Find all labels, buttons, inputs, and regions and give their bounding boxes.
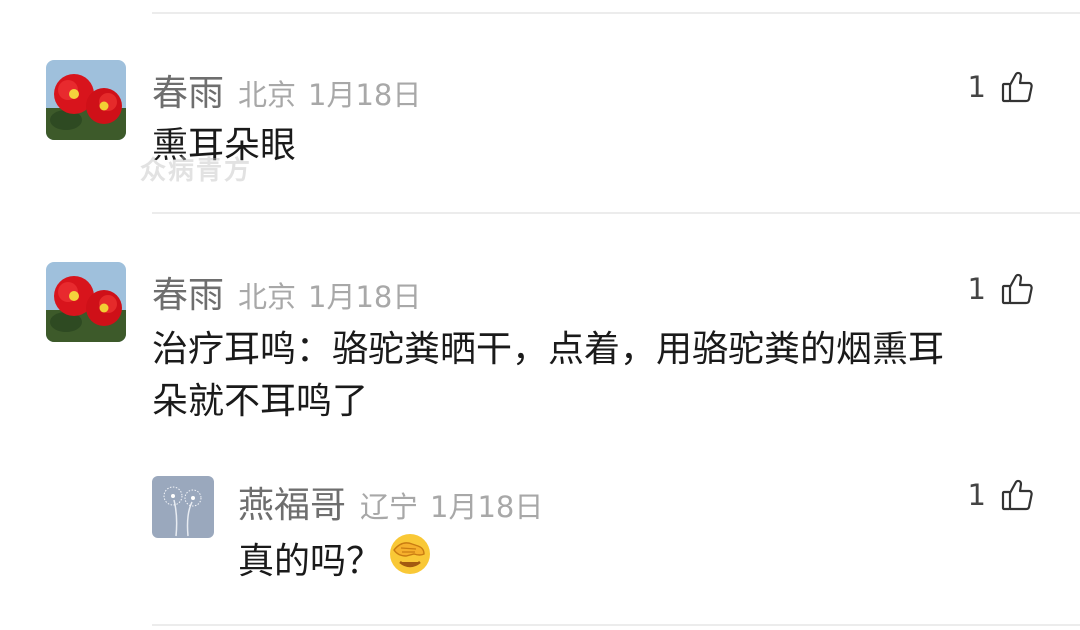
avatar[interactable]	[46, 262, 126, 342]
comment-meta: 春雨 北京 1月18日	[152, 266, 421, 318]
red-camellia-avatar-icon	[46, 262, 126, 342]
location: 北京	[238, 78, 297, 112]
dandelion-avatar-icon	[152, 476, 214, 538]
like-count: 1	[967, 70, 986, 104]
reply-meta: 燕福哥 辽宁 1月18日	[238, 476, 543, 528]
comment-item-1[interactable]: 春雨 北京 1月18日 1 熏耳朵眼	[0, 0, 1080, 212]
date: 1月18日	[430, 490, 544, 524]
username[interactable]: 燕福哥	[238, 476, 346, 528]
username[interactable]: 春雨	[152, 266, 224, 318]
comment-text-line-1: 治疗耳鸣：骆驼粪晒干，点着，用骆驼粪的烟熏耳	[152, 329, 945, 370]
comment-meta: 春雨 北京 1月18日	[152, 64, 421, 116]
reply-text-content: 真的吗？	[238, 540, 383, 582]
like-count: 1	[967, 478, 986, 512]
thumbs-up-icon[interactable]	[1000, 478, 1034, 512]
date: 1月18日	[308, 280, 422, 314]
red-camellia-avatar-icon	[46, 60, 126, 140]
like-button[interactable]: 1	[968, 272, 1034, 306]
face-with-hand-over-eyes-emoji-icon	[388, 532, 432, 591]
avatar[interactable]	[46, 60, 126, 140]
username[interactable]: 春雨	[152, 64, 224, 116]
avatar[interactable]	[152, 476, 214, 538]
comment-text: 熏耳朵眼	[152, 125, 297, 166]
comment-thread: 春雨 北京 1月18日 1 熏耳朵眼 众病青方 春雨 北京 1月18日 1 治疗…	[0, 0, 1080, 630]
location: 辽宁	[360, 490, 419, 524]
comment-text-line-2: 朵就不耳鸣了	[152, 381, 369, 422]
comment-item-2[interactable]: 春雨 北京 1月18日 1 治疗耳鸣：骆驼粪晒干，点着，用骆驼粪的烟熏耳 朵就不…	[0, 214, 1080, 614]
reply-item[interactable]: 燕福哥 辽宁 1月18日 1 真的吗？	[0, 464, 1080, 614]
like-button[interactable]: 1	[968, 478, 1034, 512]
thumbs-up-icon[interactable]	[1000, 70, 1034, 104]
divider-bottom	[152, 624, 1080, 626]
comment-text: 治疗耳鸣：骆驼粪晒干，点着，用骆驼粪的烟熏耳 朵就不耳鸣了	[152, 324, 1052, 428]
reply-text: 真的吗？	[238, 532, 432, 591]
like-button[interactable]: 1	[968, 70, 1034, 104]
like-count: 1	[967, 272, 986, 306]
thumbs-up-icon[interactable]	[1000, 272, 1034, 306]
location: 北京	[238, 280, 297, 314]
date: 1月18日	[308, 78, 422, 112]
